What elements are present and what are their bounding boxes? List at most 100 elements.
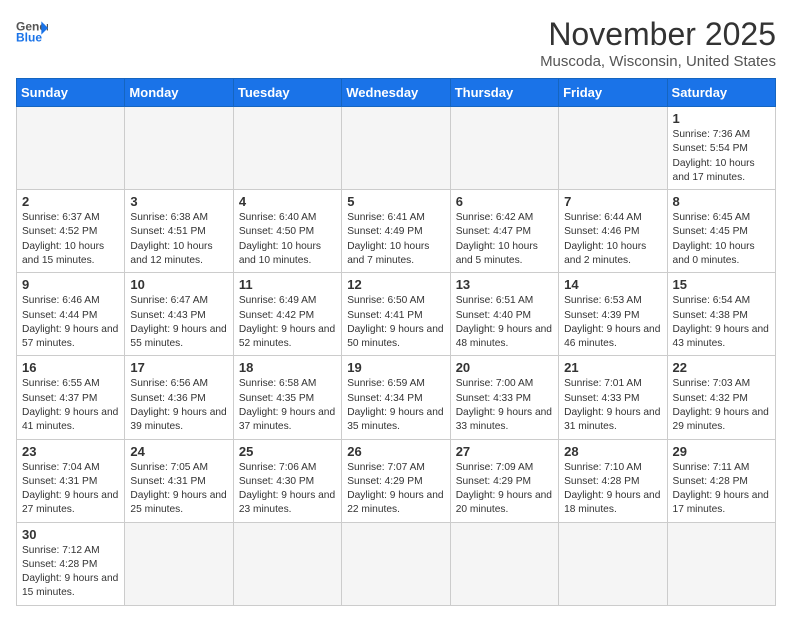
svg-text:Blue: Blue <box>16 30 42 44</box>
calendar-cell <box>17 107 125 190</box>
page-header: General Blue November 2025 Muscoda, Wisc… <box>16 16 776 70</box>
calendar-cell <box>125 107 233 190</box>
day-info: Sunrise: 6:47 AM Sunset: 4:43 PM Dayligh… <box>130 294 227 351</box>
day-number: 30 <box>22 527 119 542</box>
calendar-cell: 11Sunrise: 6:49 AM Sunset: 4:42 PM Dayli… <box>233 273 341 356</box>
logo-icon: General Blue <box>16 16 48 48</box>
calendar-cell: 23 Sunrise: 7:04 AM Sunset: 4:31 PM Dayli… <box>17 439 125 522</box>
day-number: 25 <box>239 444 336 459</box>
calendar-week-1: 1Sunrise: 7:36 AM Sunset: 5:54 PM Daylig… <box>17 107 776 190</box>
calendar-cell: 7 Sunrise: 6:44 AM Sunset: 4:46 PM Daylig… <box>559 190 667 273</box>
calendar-cell: 9Sunrise: 6:46 AM Sunset: 4:44 PM Daylig… <box>17 273 125 356</box>
calendar-cell <box>450 107 558 190</box>
day-number: 18 <box>239 360 336 375</box>
calendar-cell: 14Sunrise: 6:53 AM Sunset: 4:39 PM Dayli… <box>559 273 667 356</box>
calendar-cell: 5 Sunrise: 6:41 AM Sunset: 4:49 PM Daylig… <box>342 190 450 273</box>
day-info: Sunrise: 6:58 AM Sunset: 4:35 PM Dayligh… <box>239 377 336 434</box>
day-info: Sunrise: 7:10 AM Sunset: 4:28 PM Dayligh… <box>564 461 661 518</box>
calendar-cell: 8 Sunrise: 6:45 AM Sunset: 4:45 PM Daylig… <box>667 190 775 273</box>
day-info: Sunrise: 6:37 AM Sunset: 4:52 PM Dayligh… <box>22 211 119 268</box>
calendar-cell: 24Sunrise: 7:05 AM Sunset: 4:31 PM Dayli… <box>125 439 233 522</box>
day-number: 23 <box>22 444 119 459</box>
day-info: Sunrise: 6:50 AM Sunset: 4:41 PM Dayligh… <box>347 294 444 351</box>
calendar-cell: 25 Sunrise: 7:06 AM Sunset: 4:30 PM Dayli… <box>233 439 341 522</box>
day-info: Sunrise: 7:04 AM Sunset: 4:31 PM Dayligh… <box>22 461 119 518</box>
calendar-cell: 26Sunrise: 7:07 AM Sunset: 4:29 PM Dayli… <box>342 439 450 522</box>
day-info: Sunrise: 7:36 AM Sunset: 5:54 PM Dayligh… <box>673 128 770 185</box>
calendar-cell: 30 Sunrise: 7:12 AM Sunset: 4:28 PM Dayli… <box>17 522 125 605</box>
calendar-cell <box>342 107 450 190</box>
calendar-cell: 12 Sunrise: 6:50 AM Sunset: 4:41 PM Dayli… <box>342 273 450 356</box>
location: Muscoda, Wisconsin, United States <box>540 53 776 70</box>
day-number: 15 <box>673 277 770 292</box>
calendar-cell: 21 Sunrise: 7:01 AM Sunset: 4:33 PM Dayli… <box>559 356 667 439</box>
calendar-cell: 16 Sunrise: 6:55 AM Sunset: 4:37 PM Dayli… <box>17 356 125 439</box>
day-number: 16 <box>22 360 119 375</box>
weekday-header-tuesday: Tuesday <box>233 79 341 107</box>
calendar-cell: 6 Sunrise: 6:42 AM Sunset: 4:47 PM Daylig… <box>450 190 558 273</box>
day-info: Sunrise: 6:59 AM Sunset: 4:34 PM Dayligh… <box>347 377 444 434</box>
day-number: 6 <box>456 194 553 209</box>
day-number: 28 <box>564 444 661 459</box>
calendar-cell <box>233 522 341 605</box>
day-number: 7 <box>564 194 661 209</box>
calendar-cell <box>559 107 667 190</box>
calendar-week-5: 23 Sunrise: 7:04 AM Sunset: 4:31 PM Dayli… <box>17 439 776 522</box>
day-number: 9 <box>22 277 119 292</box>
day-number: 2 <box>22 194 119 209</box>
day-info: Sunrise: 6:55 AM Sunset: 4:37 PM Dayligh… <box>22 377 119 434</box>
day-info: Sunrise: 7:00 AM Sunset: 4:33 PM Dayligh… <box>456 377 553 434</box>
day-info: Sunrise: 6:44 AM Sunset: 4:46 PM Dayligh… <box>564 211 661 268</box>
day-number: 5 <box>347 194 444 209</box>
calendar-cell <box>559 522 667 605</box>
calendar-week-4: 16 Sunrise: 6:55 AM Sunset: 4:37 PM Dayli… <box>17 356 776 439</box>
day-info: Sunrise: 6:45 AM Sunset: 4:45 PM Dayligh… <box>673 211 770 268</box>
calendar-cell <box>342 522 450 605</box>
day-info: Sunrise: 6:38 AM Sunset: 4:51 PM Dayligh… <box>130 211 227 268</box>
day-number: 26 <box>347 444 444 459</box>
weekday-header-wednesday: Wednesday <box>342 79 450 107</box>
weekday-header-monday: Monday <box>125 79 233 107</box>
day-number: 11 <box>239 277 336 292</box>
day-info: Sunrise: 7:05 AM Sunset: 4:31 PM Dayligh… <box>130 461 227 518</box>
calendar-cell: 3 Sunrise: 6:38 AM Sunset: 4:51 PM Daylig… <box>125 190 233 273</box>
day-info: Sunrise: 6:41 AM Sunset: 4:49 PM Dayligh… <box>347 211 444 268</box>
day-number: 22 <box>673 360 770 375</box>
calendar-week-2: 2 Sunrise: 6:37 AM Sunset: 4:52 PM Daylig… <box>17 190 776 273</box>
calendar-cell: 28 Sunrise: 7:10 AM Sunset: 4:28 PM Dayli… <box>559 439 667 522</box>
calendar-cell <box>450 522 558 605</box>
weekday-header-sunday: Sunday <box>17 79 125 107</box>
day-number: 8 <box>673 194 770 209</box>
calendar-cell: 1Sunrise: 7:36 AM Sunset: 5:54 PM Daylig… <box>667 107 775 190</box>
weekday-header-friday: Friday <box>559 79 667 107</box>
day-number: 19 <box>347 360 444 375</box>
day-info: Sunrise: 7:06 AM Sunset: 4:30 PM Dayligh… <box>239 461 336 518</box>
day-number: 12 <box>347 277 444 292</box>
month-title: November 2025 <box>540 16 776 53</box>
calendar-cell: 18 Sunrise: 6:58 AM Sunset: 4:35 PM Dayli… <box>233 356 341 439</box>
calendar-cell: 4Sunrise: 6:40 AM Sunset: 4:50 PM Daylig… <box>233 190 341 273</box>
calendar-week-3: 9Sunrise: 6:46 AM Sunset: 4:44 PM Daylig… <box>17 273 776 356</box>
calendar-cell <box>125 522 233 605</box>
day-number: 17 <box>130 360 227 375</box>
day-number: 13 <box>456 277 553 292</box>
day-number: 21 <box>564 360 661 375</box>
day-info: Sunrise: 7:01 AM Sunset: 4:33 PM Dayligh… <box>564 377 661 434</box>
day-info: Sunrise: 6:56 AM Sunset: 4:36 PM Dayligh… <box>130 377 227 434</box>
day-info: Sunrise: 6:40 AM Sunset: 4:50 PM Dayligh… <box>239 211 336 268</box>
calendar-table: SundayMondayTuesdayWednesdayThursdayFrid… <box>16 78 776 606</box>
calendar-cell <box>233 107 341 190</box>
weekday-header-thursday: Thursday <box>450 79 558 107</box>
day-number: 29 <box>673 444 770 459</box>
day-info: Sunrise: 6:42 AM Sunset: 4:47 PM Dayligh… <box>456 211 553 268</box>
day-number: 3 <box>130 194 227 209</box>
day-info: Sunrise: 7:12 AM Sunset: 4:28 PM Dayligh… <box>22 544 119 601</box>
calendar-cell: 10 Sunrise: 6:47 AM Sunset: 4:43 PM Dayli… <box>125 273 233 356</box>
calendar-cell: 2 Sunrise: 6:37 AM Sunset: 4:52 PM Daylig… <box>17 190 125 273</box>
calendar-cell: 13Sunrise: 6:51 AM Sunset: 4:40 PM Dayli… <box>450 273 558 356</box>
calendar-cell: 17 Sunrise: 6:56 AM Sunset: 4:36 PM Dayli… <box>125 356 233 439</box>
calendar-cell: 15 Sunrise: 6:54 AM Sunset: 4:38 PM Dayli… <box>667 273 775 356</box>
day-info: Sunrise: 6:54 AM Sunset: 4:38 PM Dayligh… <box>673 294 770 351</box>
day-info: Sunrise: 7:11 AM Sunset: 4:28 PM Dayligh… <box>673 461 770 518</box>
day-number: 10 <box>130 277 227 292</box>
